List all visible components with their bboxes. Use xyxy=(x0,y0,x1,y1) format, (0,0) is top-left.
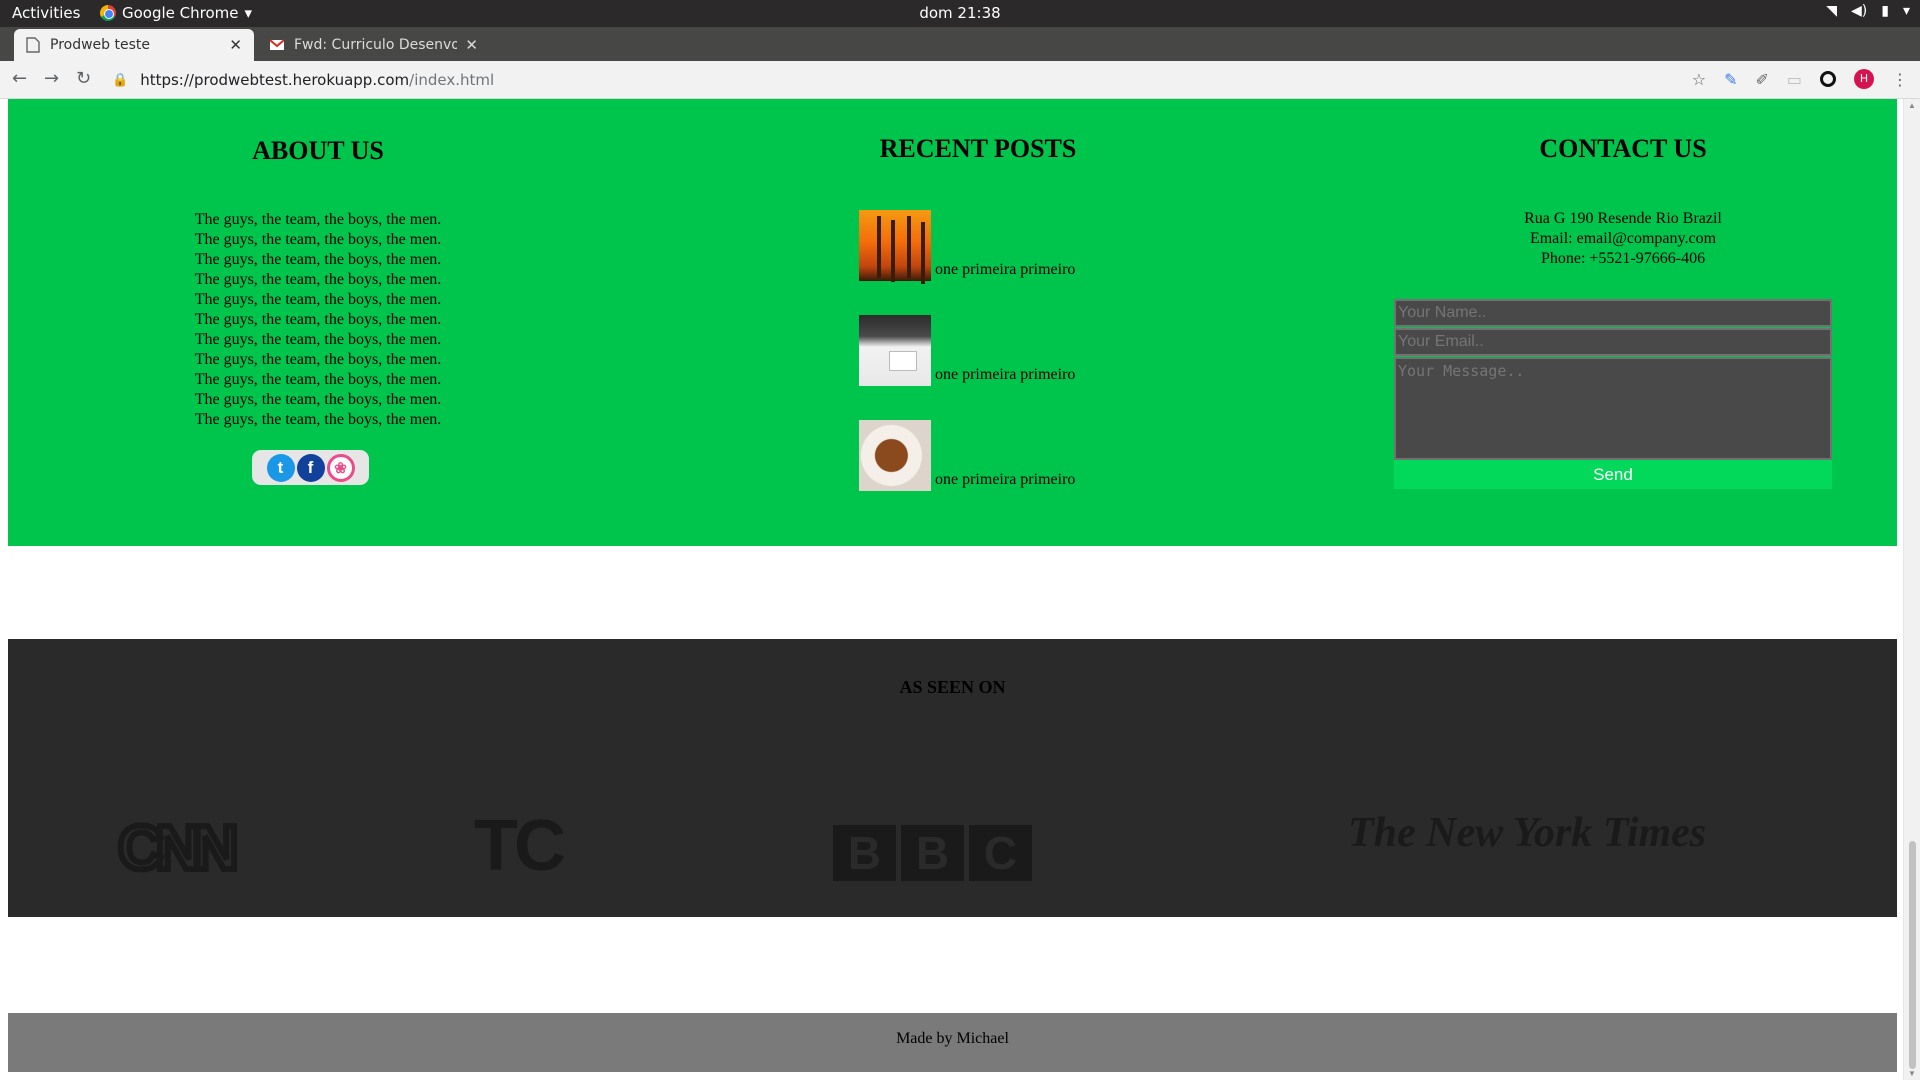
post-label[interactable]: one primeira primeiro xyxy=(935,366,1075,384)
post-item[interactable]: one primeira primeiro xyxy=(859,210,1075,281)
close-tab-icon[interactable]: ✕ xyxy=(229,36,242,54)
url-path: /index.html xyxy=(409,71,495,89)
gmail-icon xyxy=(270,39,284,50)
about-line: The guys, the team, the boys, the men. xyxy=(194,411,442,428)
about-line: The guys, the team, the boys, the men. xyxy=(194,211,442,228)
extension-pen-icon[interactable]: ✐ xyxy=(1755,70,1768,89)
post-thumbnail[interactable] xyxy=(859,315,931,386)
menu-dots-icon[interactable]: ⋮ xyxy=(1892,70,1908,89)
bookmark-star-icon[interactable]: ☆ xyxy=(1692,70,1706,89)
app-menu-label: Google Chrome xyxy=(122,4,239,22)
contact-address: Rua G 190 Resende Rio Brazil xyxy=(1524,210,1722,227)
page-icon xyxy=(26,37,40,53)
os-top-bar: Activities Google Chrome ▾ dom 21:38 ◥ ◀… xyxy=(0,0,1920,27)
message-field[interactable] xyxy=(1394,357,1832,460)
battery-icon: ▮ xyxy=(1881,3,1889,19)
contact-email: Email: email@company.com xyxy=(1529,230,1717,247)
extension-feather-icon[interactable]: ✎ xyxy=(1724,70,1737,89)
tab-title: Prodweb teste xyxy=(50,37,150,53)
bbc-block: B xyxy=(901,825,964,881)
browser-toolbar: ← → ↻ 🔒 https://prodwebtest.herokuapp.co… xyxy=(0,61,1920,99)
about-title: ABOUT US xyxy=(252,136,384,165)
post-thumbnail[interactable] xyxy=(859,420,931,491)
back-icon[interactable]: ← xyxy=(12,68,27,89)
extension-circle-icon[interactable] xyxy=(1820,71,1836,87)
scroll-down-icon[interactable]: ▼ xyxy=(1908,1069,1916,1078)
caret-down-icon: ▾ xyxy=(244,4,253,22)
about-text: The guys, the team, the boys, the men. T… xyxy=(153,210,483,430)
url-host: https://prodwebtest.herokuapp.com xyxy=(140,71,410,89)
toolbar-right: ☆ ✎ ✐ ▭ H ⋮ xyxy=(1692,69,1908,89)
tab-prodweb[interactable]: Prodweb teste ✕ xyxy=(14,29,254,61)
reload-icon[interactable]: ↻ xyxy=(76,68,91,89)
as-seen-on-section: AS SEEN ON CNN TC B B C The New York Tim… xyxy=(8,639,1897,917)
clock[interactable]: dom 21:38 xyxy=(0,4,1920,22)
caret-down-icon: ▾ xyxy=(1902,3,1910,19)
about-line: The guys, the team, the boys, the men. xyxy=(194,331,442,348)
lock-icon: 🔒 xyxy=(112,72,129,88)
facebook-icon[interactable]: f xyxy=(296,453,325,482)
close-tab-icon[interactable]: ✕ xyxy=(465,36,478,54)
bbc-logo: B B C xyxy=(833,825,1032,881)
email-field[interactable] xyxy=(1394,328,1832,356)
chrome-icon xyxy=(100,5,116,21)
name-field[interactable] xyxy=(1394,299,1832,327)
address-bar[interactable]: 🔒 https://prodwebtest.herokuapp.com/inde… xyxy=(112,65,1652,95)
about-line: The guys, the team, the boys, the men. xyxy=(194,391,442,408)
system-tray[interactable]: ◥ ◀) ▮ ▾ xyxy=(1826,3,1910,19)
wifi-icon: ◥ xyxy=(1826,3,1838,19)
contact-title: CONTACT US xyxy=(1539,134,1707,163)
post-thumbnail[interactable] xyxy=(859,210,931,281)
send-button[interactable]: Send xyxy=(1394,460,1832,489)
page-viewport: ABOUT US The guys, the team, the boys, t… xyxy=(0,99,1920,1080)
contact-info: Rua G 190 Resende Rio Brazil Email: emai… xyxy=(1403,209,1843,269)
forward-icon[interactable]: → xyxy=(44,68,59,89)
app-menu[interactable]: Google Chrome ▾ xyxy=(100,4,252,22)
twitter-icon[interactable]: t xyxy=(266,453,295,482)
activities-button[interactable]: Activities xyxy=(12,4,80,22)
bbc-block: C xyxy=(969,825,1032,881)
extension-chat-icon[interactable]: ▭ xyxy=(1787,70,1802,89)
bbc-block: B xyxy=(833,825,896,881)
about-line: The guys, the team, the boys, the men. xyxy=(194,291,442,308)
techcrunch-logo: TC xyxy=(474,806,566,886)
as-seen-on-title: AS SEEN ON xyxy=(899,677,1006,697)
about-line: The guys, the team, the boys, the men. xyxy=(194,231,442,248)
about-line: The guys, the team, the boys, the men. xyxy=(194,251,442,268)
contact-phone: Phone: +5521-97666-406 xyxy=(1540,250,1706,267)
tab-title: Fwd: Curriculo Desenvolv xyxy=(294,37,458,53)
about-line: The guys, the team, the boys, the men. xyxy=(194,271,442,288)
about-line: The guys, the team, the boys, the men. xyxy=(194,311,442,328)
cnn-logo: CNN xyxy=(115,811,241,886)
tab-gmail[interactable]: Fwd: Curriculo Desenvolv ✕ xyxy=(258,29,490,61)
info-section: ABOUT US The guys, the team, the boys, t… xyxy=(8,99,1897,546)
contact-form: Send xyxy=(1394,299,1832,489)
volume-icon: ◀) xyxy=(1851,3,1868,19)
post-label[interactable]: one primeira primeiro xyxy=(935,261,1075,279)
social-links: t f ❀ xyxy=(252,450,369,485)
dribbble-icon[interactable]: ❀ xyxy=(326,453,355,482)
scroll-up-icon[interactable]: ▲ xyxy=(1908,101,1916,110)
about-line: The guys, the team, the boys, the men. xyxy=(194,351,442,368)
page-footer: Made by Michael xyxy=(8,1013,1897,1072)
post-item[interactable]: one primeira primeiro xyxy=(859,315,1075,386)
tab-strip: Prodweb teste ✕ Fwd: Curriculo Desenvolv… xyxy=(0,27,1920,82)
post-label[interactable]: one primeira primeiro xyxy=(935,471,1075,489)
profile-avatar[interactable]: H xyxy=(1854,69,1874,89)
nyt-logo: The New York Times xyxy=(1348,810,1707,856)
about-line: The guys, the team, the boys, the men. xyxy=(194,371,442,388)
scrollbar-thumb[interactable] xyxy=(1909,841,1916,1069)
page-scrollbar[interactable]: ▲ ▼ xyxy=(1903,99,1920,1080)
recent-posts-title: RECENT POSTS xyxy=(879,134,1077,163)
post-item[interactable]: one primeira primeiro xyxy=(859,420,1075,491)
footer-credit: Made by Michael xyxy=(896,1030,1009,1047)
